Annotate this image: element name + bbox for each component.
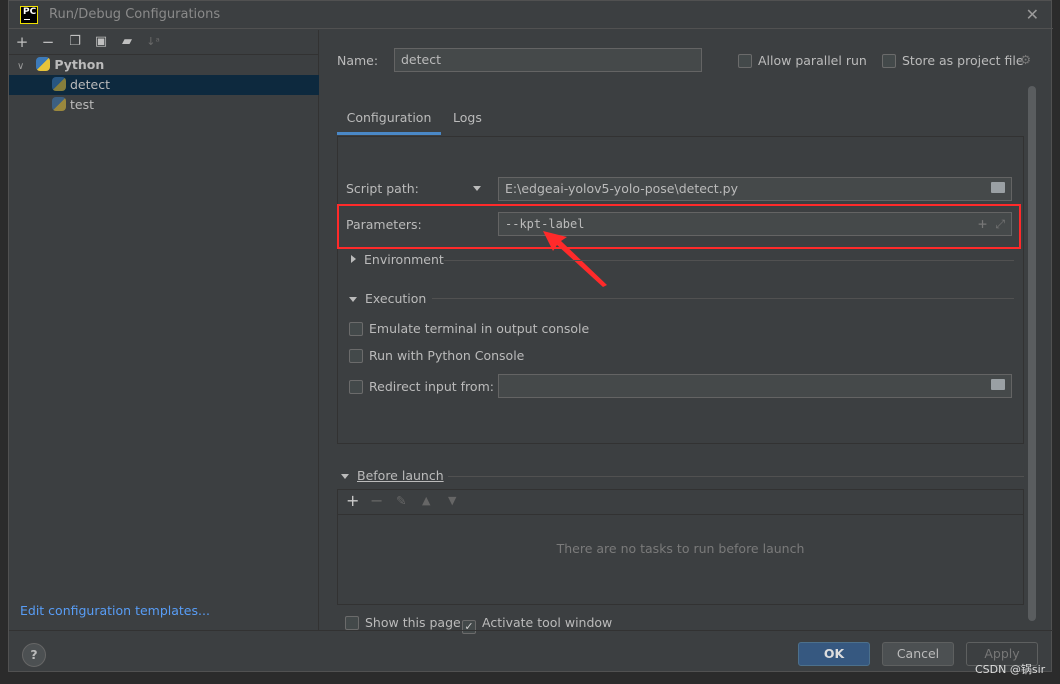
chevron-down-icon[interactable]: ∨ [17, 61, 24, 72]
tree-group-python[interactable]: ∨ Python [9, 55, 319, 75]
script-path-input[interactable]: E:\edgeai-yolov5-yolo-pose\detect.py [498, 177, 1012, 201]
cancel-button[interactable]: Cancel [882, 642, 954, 666]
watermark: CSDN @锅sir [975, 663, 1046, 676]
parameters-label: Parameters: [346, 217, 422, 232]
folder-icon[interactable] [991, 182, 1005, 193]
close-icon[interactable]: ✕ [1026, 5, 1039, 24]
dialog-title: Run/Debug Configurations [49, 7, 221, 22]
name-label: Name: [337, 53, 379, 68]
sort-icon[interactable]: ↓ᵃ [143, 32, 163, 52]
ok-button[interactable]: OK [798, 642, 870, 666]
minus-icon[interactable]: − [38, 32, 58, 52]
python-icon [52, 77, 66, 91]
show-page-checkbox[interactable]: Show this page [345, 615, 461, 630]
tab-logs[interactable]: Logs [453, 105, 482, 131]
pycharm-logo: PC [20, 6, 38, 24]
copy-icon[interactable]: ❐ [65, 32, 85, 52]
before-launch-panel: + − ✎ ▲ ▼ There are no tasks to run befo… [337, 489, 1024, 605]
tree-item-test[interactable]: test [9, 95, 319, 115]
dropdown-icon[interactable] [473, 186, 481, 191]
help-button[interactable]: ? [22, 643, 46, 667]
tab-configuration[interactable]: Configuration [337, 105, 441, 135]
folder-icon[interactable] [991, 379, 1005, 390]
move-down-icon[interactable]: ▼ [448, 494, 456, 507]
expand-icon[interactable]: ⤢ [995, 213, 1005, 235]
move-up-icon[interactable]: ▲ [422, 494, 430, 507]
redirect-input-checkbox[interactable]: Redirect input from: [349, 379, 494, 394]
execution-section[interactable]: Execution [349, 291, 426, 306]
edit-icon[interactable]: ✎ [396, 493, 406, 508]
allow-parallel-checkbox[interactable]: Allow parallel run [738, 53, 867, 68]
python-console-checkbox[interactable]: Run with Python Console [349, 348, 524, 363]
before-launch-section[interactable]: Before launch [341, 468, 444, 483]
red-arrow [543, 231, 607, 287]
plus-icon[interactable]: + [346, 491, 359, 510]
minus-icon[interactable]: − [370, 491, 383, 510]
save-icon[interactable]: ▣ [91, 32, 111, 52]
activate-tool-checkbox[interactable]: ✓ Activate tool window [462, 615, 612, 634]
script-path-label: Script path: [346, 181, 419, 196]
edit-templates-link[interactable]: Edit configuration templates... [20, 603, 210, 618]
tree-item-detect[interactable]: detect [9, 75, 319, 95]
run-debug-dialog: PC Run/Debug Configurations ✕ + − ❐ ▣ ▰ … [8, 0, 1053, 672]
title-bar: PC Run/Debug Configurations ✕ [9, 1, 1053, 29]
store-project-checkbox[interactable]: Store as project file [882, 53, 1024, 68]
emulate-terminal-checkbox[interactable]: Emulate terminal in output console [349, 321, 589, 336]
plus-icon[interactable]: + [978, 213, 987, 235]
empty-tasks-message: There are no tasks to run before launch [556, 541, 805, 556]
environment-section[interactable]: Environment [351, 252, 444, 267]
new-folder-icon[interactable]: ▰ [117, 32, 137, 52]
python-icon [36, 57, 51, 71]
scrollbar[interactable] [1028, 86, 1036, 621]
plus-icon[interactable]: + [12, 32, 32, 52]
redirect-input-field[interactable] [498, 374, 1012, 398]
python-icon [52, 97, 66, 111]
config-sidebar: + − ❐ ▣ ▰ ↓ᵃ ∨ Python detect test Edit c… [9, 30, 319, 630]
gear-icon[interactable]: ⚙ [1020, 52, 1031, 67]
name-input[interactable]: detect [394, 48, 702, 72]
